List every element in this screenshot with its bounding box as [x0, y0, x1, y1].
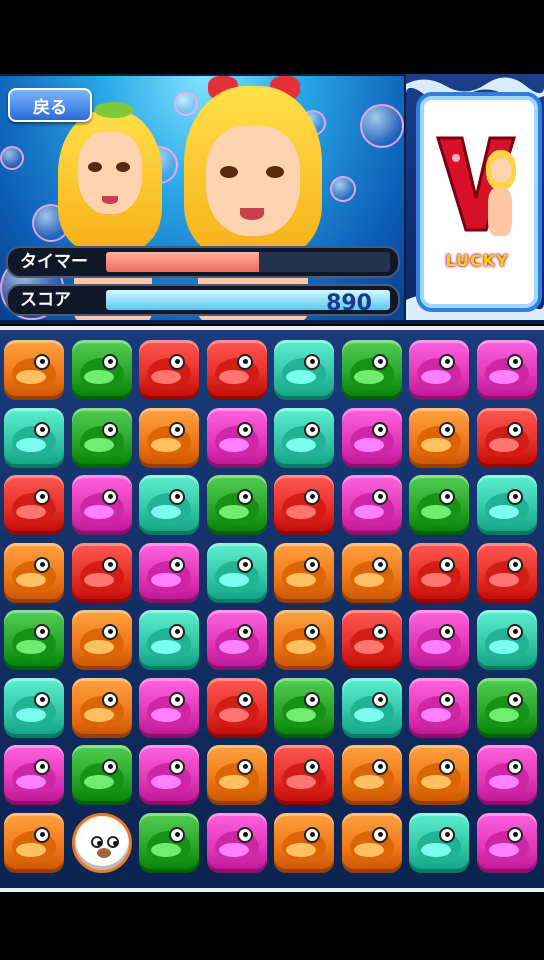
teal-piece[interactable] [4, 677, 64, 738]
teal-piece[interactable] [274, 340, 334, 400]
orange-piece[interactable] [71, 610, 132, 670]
red-piece[interactable] [409, 542, 469, 603]
score-label: スコア [20, 290, 71, 310]
red-piece[interactable] [341, 610, 402, 670]
green-piece[interactable] [71, 340, 132, 400]
score-meter: スコア 890 [6, 284, 400, 316]
bubble [0, 146, 24, 170]
orange-piece[interactable] [409, 407, 469, 468]
teal-piece[interactable] [409, 812, 469, 873]
green-piece[interactable] [476, 677, 537, 738]
teal-piece[interactable] [476, 610, 537, 670]
teal-piece[interactable] [341, 677, 402, 738]
orange-piece[interactable] [341, 745, 402, 805]
orange-piece[interactable] [274, 812, 334, 873]
lucky-card[interactable]: LUCKY [416, 92, 542, 312]
teal-piece[interactable] [139, 475, 199, 535]
red-piece[interactable] [4, 475, 64, 535]
magenta-piece[interactable] [476, 745, 537, 805]
green-piece[interactable] [274, 677, 334, 738]
magenta-piece[interactable] [71, 475, 132, 535]
magenta-piece[interactable] [206, 610, 267, 670]
orange-piece[interactable] [4, 340, 64, 400]
magenta-piece[interactable] [409, 677, 469, 738]
magenta-piece[interactable] [476, 812, 537, 873]
teal-piece[interactable] [139, 610, 199, 670]
orange-piece[interactable] [4, 812, 64, 873]
otter-piece[interactable] [71, 812, 132, 873]
magenta-piece[interactable] [4, 745, 64, 805]
bubble [360, 104, 404, 148]
bubble [330, 176, 356, 202]
magenta-piece[interactable] [341, 475, 402, 535]
magenta-piece[interactable] [139, 542, 199, 603]
back-button[interactable]: 戻る [8, 88, 92, 122]
green-piece[interactable] [71, 745, 132, 805]
orange-piece[interactable] [274, 610, 334, 670]
teal-piece[interactable] [206, 542, 267, 603]
green-piece[interactable] [341, 340, 402, 400]
magenta-piece[interactable] [341, 407, 402, 468]
green-piece[interactable] [4, 610, 64, 670]
orange-piece[interactable] [409, 745, 469, 805]
magenta-piece[interactable] [206, 812, 267, 873]
red-piece[interactable] [71, 542, 132, 603]
teal-piece[interactable] [476, 475, 537, 535]
mermaid-scene: 戻る タイマー スコア 890 [0, 76, 404, 320]
orange-piece[interactable] [71, 677, 132, 738]
red-piece[interactable] [139, 340, 199, 400]
magenta-piece[interactable] [409, 610, 469, 670]
puzzle-board[interactable] [0, 326, 544, 892]
red-piece[interactable] [206, 340, 267, 400]
magenta-piece[interactable] [206, 407, 267, 468]
magenta-piece[interactable] [476, 340, 537, 400]
lucky-label: LUCKY [445, 251, 509, 270]
timer-fill [106, 252, 260, 272]
teal-piece[interactable] [274, 407, 334, 468]
magenta-piece[interactable] [139, 677, 199, 738]
lucky-panel: LUCKY [406, 74, 544, 320]
red-piece[interactable] [274, 475, 334, 535]
orange-piece[interactable] [206, 745, 267, 805]
score-track: 890 [106, 290, 390, 310]
magenta-piece[interactable] [139, 745, 199, 805]
score-value: 890 [326, 291, 372, 310]
red-piece[interactable] [476, 407, 537, 468]
orange-piece[interactable] [139, 407, 199, 468]
red-piece[interactable] [206, 677, 267, 738]
orange-piece[interactable] [341, 542, 402, 603]
orange-piece[interactable] [274, 542, 334, 603]
green-piece[interactable] [409, 475, 469, 535]
orange-piece[interactable] [4, 542, 64, 603]
timer-label: タイマー [20, 252, 88, 272]
hud-panel: 戻る タイマー スコア 890 LUCKY [0, 74, 544, 324]
lucky-girl-icon [480, 146, 520, 236]
magenta-piece[interactable] [409, 340, 469, 400]
red-piece[interactable] [274, 745, 334, 805]
green-piece[interactable] [71, 407, 132, 468]
timer-meter: タイマー [6, 246, 400, 278]
red-piece[interactable] [476, 542, 537, 603]
orange-piece[interactable] [341, 812, 402, 873]
teal-piece[interactable] [4, 407, 64, 468]
green-piece[interactable] [139, 812, 199, 873]
green-piece[interactable] [206, 475, 267, 535]
timer-track [106, 252, 390, 272]
